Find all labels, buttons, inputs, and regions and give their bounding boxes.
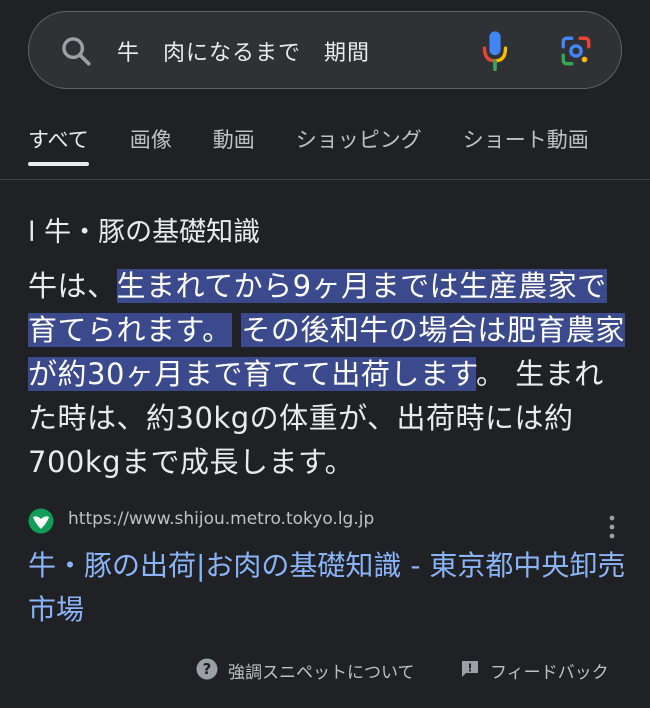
- search-tabs: すべて 画像 動画 ショッピング ショート動画: [28, 118, 630, 168]
- svg-text:?: ?: [203, 660, 212, 678]
- tab-short-videos[interactable]: ショート動画: [463, 118, 589, 166]
- tab-images[interactable]: 画像: [130, 118, 172, 166]
- result-title-link[interactable]: 牛・豚の出荷|お肉の基礎知識 - 東京都中央卸売市場: [28, 544, 628, 632]
- search-icon: [62, 37, 91, 66]
- snippet-text: 牛は、生まれてから9ヶ月までは生産農家で育てられます。 その後和牛の場合は肥育農…: [28, 264, 628, 484]
- lens-icon[interactable]: [559, 34, 593, 68]
- tab-shopping[interactable]: ショッピング: [296, 118, 422, 166]
- search-input[interactable]: [117, 32, 457, 70]
- source-url[interactable]: https://www.shijou.metro.tokyo.lg.jp: [68, 509, 374, 529]
- favicon-icon: [28, 508, 54, 534]
- tab-all[interactable]: すべて: [28, 118, 89, 166]
- page: すべて 画像 動画 ショッピング ショート動画 l 牛・豚の基礎知識 牛は、生ま…: [0, 0, 650, 708]
- feedback-icon: [462, 661, 478, 677]
- snippet-heading: l 牛・豚の基礎知識: [28, 217, 261, 248]
- help-icon: ?: [196, 658, 218, 680]
- mic-icon[interactable]: [481, 30, 509, 72]
- search-bar[interactable]: [28, 11, 622, 89]
- tab-videos[interactable]: 動画: [213, 118, 255, 166]
- about-snippets-link[interactable]: 強調スニペットについて: [228, 658, 415, 683]
- more-vert-icon[interactable]: [604, 514, 620, 540]
- snippet-text-plain: 牛は、: [28, 269, 117, 303]
- feedback-link[interactable]: フィードバック: [490, 658, 609, 683]
- snippet-footer: ? 強調スニペットについて フィードバック: [0, 656, 650, 686]
- tab-divider: [0, 179, 650, 180]
